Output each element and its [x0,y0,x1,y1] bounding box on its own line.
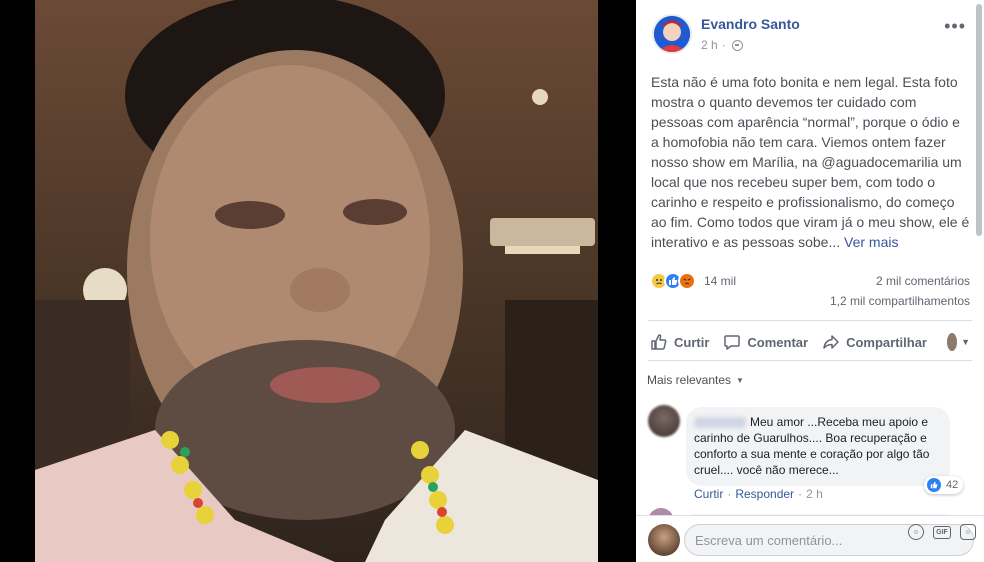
author-avatar[interactable] [652,14,692,54]
emoji-icon[interactable]: ☺ [908,524,924,540]
comment-composer: Escreva um comentário... ☺ GIF ☺ [636,515,984,562]
audience-avatar[interactable] [946,333,958,351]
commenter-name-blurred[interactable] [694,417,746,429]
comment-reactions[interactable]: 42 [924,476,964,494]
post-body: Esta não é uma foto bonita e nem legal. … [651,74,970,250]
photo-illustration [35,0,598,562]
see-more-link[interactable]: Ver mais [844,234,898,250]
comments-count[interactable]: 2 mil comentários [876,274,970,288]
more-options-icon[interactable]: ••• [944,16,966,37]
comment-placeholder: Escreva um comentário... [695,533,843,548]
post-stats: 14 mil 2 mil comentários 1,2 mil compart… [650,272,970,312]
meta-separator: · [721,38,726,52]
avatar-image [654,16,690,52]
comment-bubble: Meu amor ...Receba meu apoio e carinho d… [686,407,950,486]
separator: · [727,487,732,501]
sticker-icon[interactable]: ☺ [960,524,976,540]
share-icon [823,335,839,349]
commenter-avatar[interactable] [648,405,680,437]
comment-button[interactable]: Comentar [723,333,808,351]
chevron-down-icon: ▼ [736,375,744,385]
like-reaction-icon [927,478,941,492]
comment-like-count: 42 [946,479,959,491]
gif-icon[interactable]: GIF [933,525,951,539]
post-time[interactable]: 2 h [701,38,718,52]
post-text: Esta não é uma foto bonita e nem legal. … [651,72,971,252]
like-button[interactable]: Curtir [650,333,709,351]
post-photo[interactable] [35,0,598,562]
thumbs-up-icon [651,334,667,350]
current-user-avatar [648,524,680,556]
share-label: Compartilhar [846,334,927,350]
post-header: Evandro Santo 2 h · [652,14,800,54]
comment-like-link[interactable]: Curtir [694,487,723,501]
comment-sort[interactable]: Mais relevantes ▼ [647,373,744,387]
post-actions: Curtir Comentar Compartilhar ▼ [650,330,970,354]
separator: · [798,487,803,501]
comment-time[interactable]: 2 h [806,487,823,501]
angry-reaction-icon [678,272,696,290]
comment-actions: Curtir · Responder · 2 h [694,487,827,501]
like-label: Curtir [674,334,710,350]
reaction-count: 14 mil [704,274,737,288]
post-meta: 2 h · [701,38,800,52]
composer-tools: ☺ GIF ☺ [899,524,976,540]
author-name[interactable]: Evandro Santo [701,16,800,32]
scrollbar[interactable] [976,4,982,236]
globe-icon [731,39,743,51]
comment-reply-link[interactable]: Responder [735,487,794,501]
shares-count[interactable]: 1,2 mil compartilhamentos [830,294,970,308]
comment-icon [724,335,741,350]
chevron-down-icon[interactable]: ▼ [961,337,970,347]
divider [648,320,972,321]
photo-viewer [0,0,636,562]
comment-label: Comentar [747,334,809,350]
sort-label: Mais relevantes [647,373,732,387]
divider [648,360,972,361]
reactions-summary[interactable]: 14 mil [650,272,736,290]
post-panel: Evandro Santo 2 h · ••• Esta não é uma f… [636,0,984,562]
share-button[interactable]: Compartilhar [822,333,927,351]
